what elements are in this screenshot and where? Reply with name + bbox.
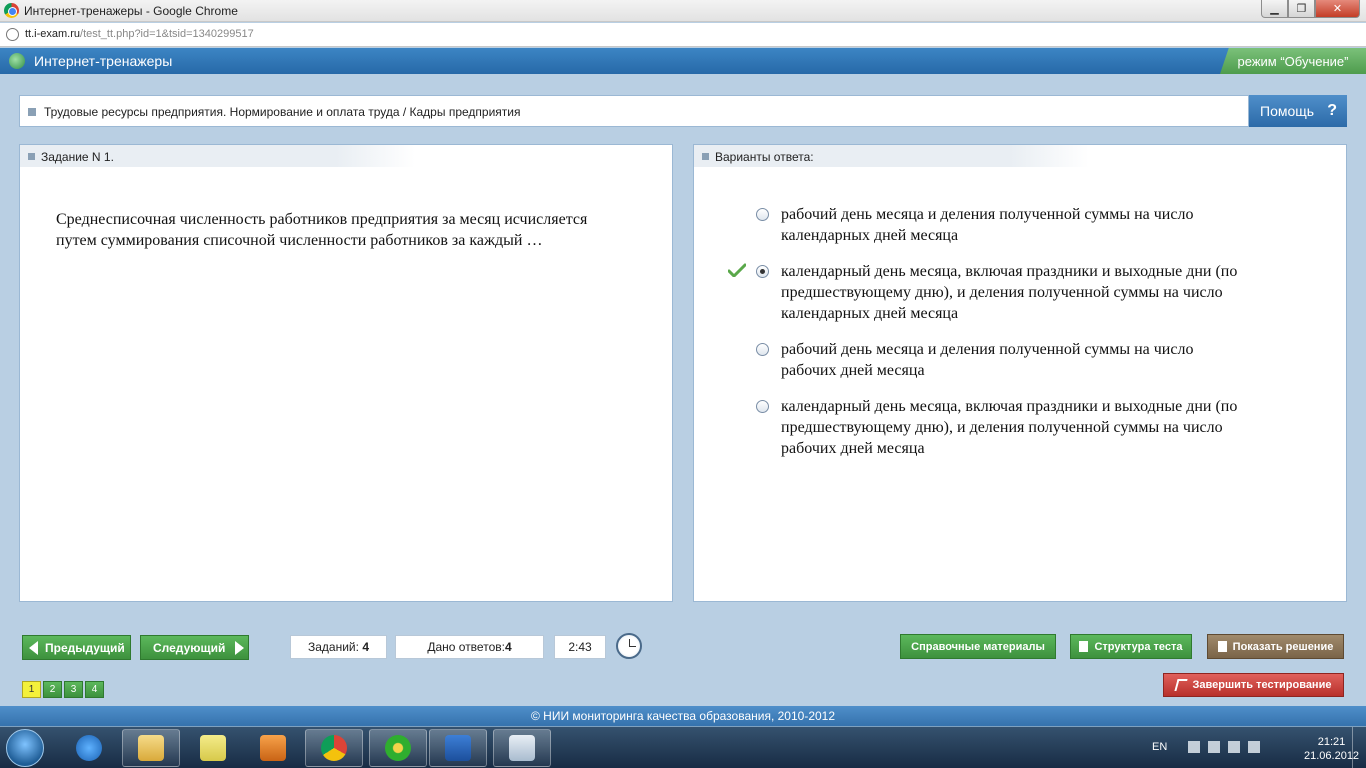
solution-label: Показать решение	[1232, 640, 1334, 653]
language-indicator[interactable]: EN	[1152, 741, 1167, 753]
next-button[interactable]: Следующий	[140, 635, 249, 660]
tasks-count-box: Заданий: 4	[290, 635, 387, 659]
answer-radio[interactable]	[756, 400, 769, 413]
page-button-2[interactable]: 2	[43, 681, 62, 698]
checkmark-icon	[728, 263, 746, 277]
taskbar-notepad[interactable]	[493, 729, 551, 767]
taskbar-media[interactable]	[244, 729, 302, 767]
show-desktop-button[interactable]	[1352, 727, 1366, 768]
page-info-icon[interactable]	[6, 28, 19, 41]
task-number: Задание N 1.	[41, 150, 114, 164]
book-icon	[1217, 641, 1227, 652]
icq-flower-icon	[385, 735, 411, 761]
answers-panel-header: Варианты ответа:	[694, 145, 1089, 167]
finish-test-button[interactable]: Завершить тестирование	[1163, 673, 1344, 697]
bullet-icon	[702, 153, 709, 160]
bullet-icon	[28, 153, 35, 160]
maximize-button[interactable]: ❐	[1288, 0, 1315, 18]
chrome-icon	[4, 3, 19, 18]
previous-button[interactable]: Предыдущий	[22, 635, 131, 660]
app-title: Интернет-тренажеры	[34, 53, 173, 69]
media-player-icon	[260, 735, 286, 761]
question-text: Среднесписочная численность работников п…	[56, 211, 588, 249]
answer-radio[interactable]	[756, 208, 769, 221]
reference-label: Справочные материалы	[911, 640, 1045, 653]
folder-icon	[138, 735, 164, 761]
breadcrumb-text: Трудовые ресурсы предприятия. Нормирован…	[44, 105, 521, 119]
taskbar-chrome[interactable]	[305, 729, 363, 767]
browser-title-bar: Интернет-тренажеры - Google Chrome ▁ ❐ ✕	[0, 0, 1366, 22]
word-icon	[445, 735, 471, 761]
arrow-left-icon	[29, 640, 38, 655]
globe-icon	[9, 53, 25, 69]
answers-panel: Варианты ответа: рабочий день месяца и д…	[693, 144, 1347, 602]
runner-icon	[1173, 679, 1188, 691]
page-button-3[interactable]: 3	[64, 681, 83, 698]
timer: 2:43	[554, 635, 606, 659]
clock-time: 21:21	[1317, 736, 1346, 748]
tray-icons	[1188, 741, 1260, 753]
arrow-right-icon	[235, 640, 245, 655]
document-icon	[1079, 641, 1089, 652]
close-button[interactable]: ✕	[1315, 0, 1360, 18]
window-title: Интернет-тренажеры - Google Chrome	[24, 4, 238, 18]
page-button-4[interactable]: 4	[85, 681, 104, 698]
page-button-1[interactable]: 1	[22, 681, 41, 698]
tasks-count: 4	[362, 640, 369, 654]
answer-radio[interactable]	[756, 343, 769, 356]
start-button[interactable]	[6, 729, 44, 767]
chevron-up-icon[interactable]	[1188, 741, 1200, 753]
system-tray: EN 21:21 21.06.2012	[1136, 727, 1366, 768]
previous-label: Предыдущий	[45, 640, 125, 655]
answers-header: Варианты ответа:	[715, 150, 814, 164]
task-pager: 1 2 3 4	[22, 681, 104, 698]
structure-label: Структура теста	[1094, 640, 1183, 653]
action-center-icon[interactable]	[1208, 741, 1220, 753]
bullet-icon	[28, 108, 36, 116]
sticky-notes-icon	[200, 735, 226, 761]
task-panel-header: Задание N 1.	[20, 145, 415, 167]
answered-count: 4	[504, 640, 512, 654]
answer-text[interactable]: рабочий день месяца и деления полученной…	[781, 204, 1251, 246]
taskbar-word[interactable]	[429, 729, 487, 767]
taskbar-explorer[interactable]	[122, 729, 180, 767]
taskbar-icq[interactable]	[369, 729, 427, 767]
question-mark-icon: ?	[1327, 102, 1337, 119]
notepad-icon	[509, 735, 535, 761]
show-solution-button[interactable]: Показать решение	[1207, 634, 1344, 659]
taskbar-notes[interactable]	[184, 729, 242, 767]
finish-label: Завершить тестирование	[1192, 679, 1332, 691]
clock-icon	[616, 633, 642, 659]
answer-text[interactable]: календарный день месяца, включая праздни…	[781, 396, 1251, 459]
chrome-icon	[321, 735, 347, 761]
help-label: Помощь	[1260, 103, 1315, 119]
answer-text[interactable]: календарный день месяца, включая праздни…	[781, 261, 1251, 324]
clock-date: 21.06.2012	[1304, 750, 1360, 762]
window-controls: ▁ ❐ ✕	[1261, 0, 1360, 18]
reference-materials-button[interactable]: Справочные материалы	[900, 634, 1056, 659]
clock[interactable]: 21:21 21.06.2012	[1304, 735, 1359, 763]
test-structure-button[interactable]: Структура теста	[1070, 634, 1192, 659]
copyright: © НИИ мониторинга качества образования, …	[0, 706, 1366, 726]
tasks-label: Заданий:	[308, 640, 359, 654]
url-text[interactable]: tt.i-exam.ru/test_tt.php?id=1&tsid=13402…	[25, 28, 254, 40]
signal-icon[interactable]	[1228, 741, 1240, 753]
answered-label: Дано ответов:	[427, 640, 505, 654]
mode-badge: режим “Обучение”	[1220, 48, 1366, 74]
address-bar[interactable]: tt.i-exam.ru/test_tt.php?id=1&tsid=13402…	[0, 23, 1366, 47]
answer-radio-selected[interactable]	[756, 265, 769, 278]
task-panel: Задание N 1. Среднесписочная численность…	[19, 144, 673, 602]
answered-count-box: Дано ответов: 4	[395, 635, 544, 659]
volume-icon[interactable]	[1248, 741, 1260, 753]
minimize-button[interactable]: ▁	[1261, 0, 1288, 18]
app-header: Интернет-тренажеры режим “Обучение”	[0, 48, 1366, 74]
taskbar: EN 21:21 21.06.2012	[0, 726, 1366, 768]
next-label: Следующий	[153, 640, 226, 655]
taskbar-ie[interactable]	[60, 729, 118, 767]
answer-text[interactable]: рабочий день месяца и деления полученной…	[781, 339, 1251, 381]
help-button[interactable]: Помощь ?	[1249, 95, 1347, 127]
breadcrumb: Трудовые ресурсы предприятия. Нормирован…	[19, 95, 1249, 127]
internet-explorer-icon	[76, 735, 102, 761]
